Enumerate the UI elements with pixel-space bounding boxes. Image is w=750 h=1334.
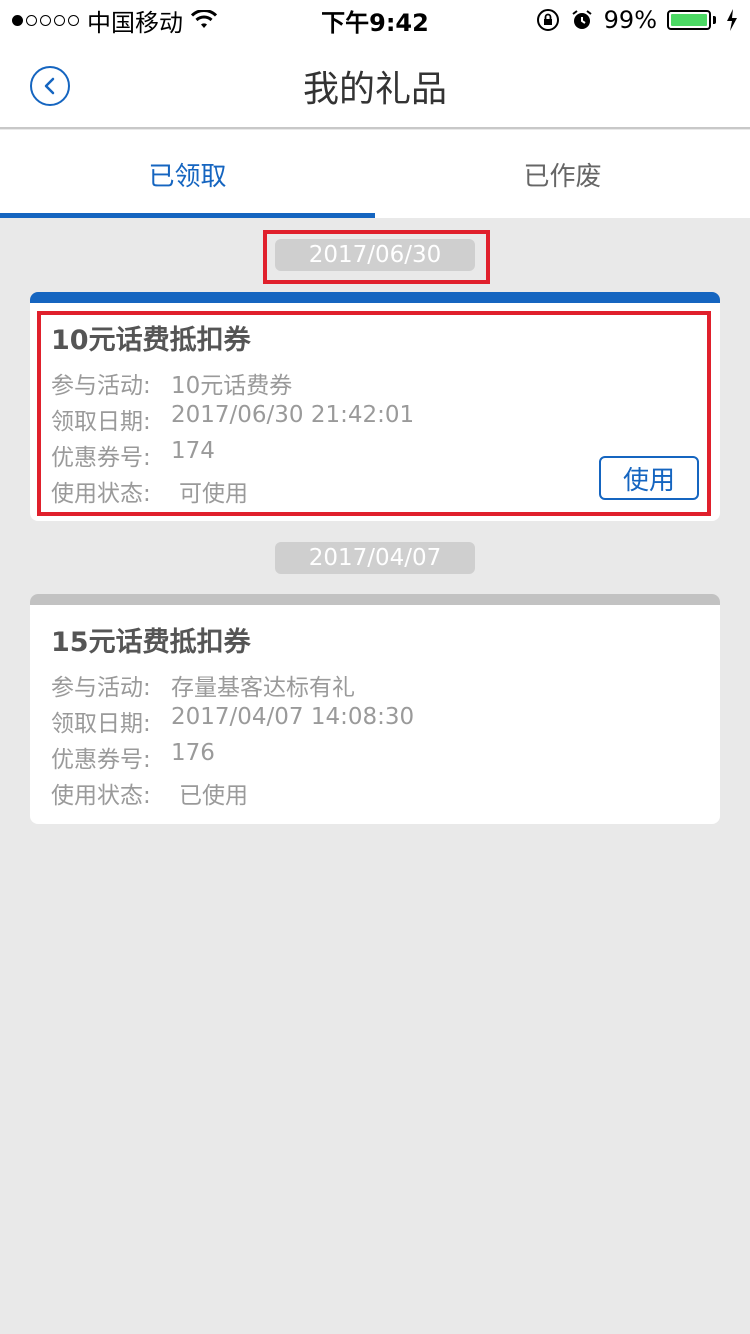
tab-voided[interactable]: 已作废 bbox=[375, 130, 750, 218]
signal-strength-icon bbox=[12, 14, 79, 26]
coupon-code-label: 优惠券号: bbox=[51, 747, 151, 773]
charging-icon bbox=[727, 9, 737, 31]
status-left: 中国移动 bbox=[12, 3, 217, 38]
card-accent-bar bbox=[30, 594, 720, 605]
coupon-code-value: 176 bbox=[171, 740, 215, 766]
received-date-label: 领取日期: bbox=[51, 711, 151, 737]
nav-bar: 我的礼品 bbox=[0, 40, 750, 129]
battery-percent: 99% bbox=[603, 6, 657, 34]
wifi-icon bbox=[191, 10, 217, 28]
alarm-icon bbox=[572, 10, 592, 29]
activity-row: 参与活动: 存量基客达标有礼 bbox=[51, 668, 355, 702]
activity-label: 参与活动: bbox=[51, 675, 151, 701]
card-accent-bar bbox=[30, 292, 720, 303]
usage-status-row: 使用状态: 已使用 bbox=[51, 776, 248, 810]
highlight-box bbox=[37, 311, 711, 516]
battery-icon bbox=[667, 10, 716, 30]
activity-value: 存量基客达标有礼 bbox=[171, 675, 355, 701]
gift-title: 15元话费抵扣券 bbox=[51, 627, 251, 658]
date-pill: 2017/04/07 bbox=[275, 542, 475, 574]
status-right: 99% bbox=[536, 6, 738, 34]
page-title: 我的礼品 bbox=[302, 69, 447, 110]
received-date-row: 领取日期: 2017/04/07 14:08:30 bbox=[51, 704, 414, 738]
tab-bar: 已领取 已作废 bbox=[0, 130, 750, 218]
gift-card: 15元话费抵扣券 参与活动: 存量基客达标有礼 领取日期: 2017/04/07… bbox=[30, 594, 720, 824]
carrier-name: 中国移动 bbox=[87, 8, 183, 37]
highlight-box bbox=[263, 230, 490, 284]
usage-status-value: 已使用 bbox=[179, 783, 248, 809]
received-date-value: 2017/04/07 14:08:30 bbox=[171, 704, 415, 730]
usage-status-label: 使用状态: bbox=[51, 783, 151, 809]
rotation-lock-icon bbox=[536, 9, 559, 31]
status-bar: 中国移动 下午9:42 99% bbox=[0, 0, 750, 40]
coupon-code-row: 优惠券号: 176 bbox=[51, 740, 215, 774]
tab-received[interactable]: 已领取 bbox=[0, 130, 375, 218]
